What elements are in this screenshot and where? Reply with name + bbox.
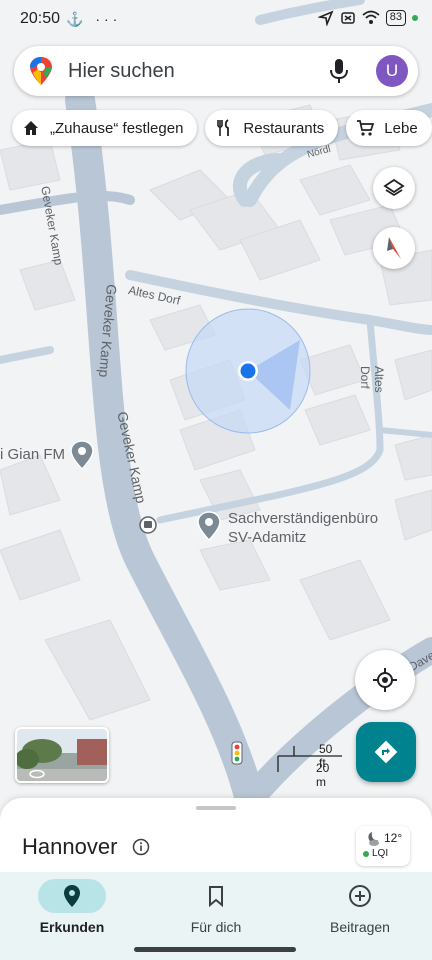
status-bar: 20:50 ⚓ ··· 83 xyxy=(0,0,432,40)
weather-moon-icon xyxy=(368,832,379,846)
place-name-line2: SV-Adamitz xyxy=(228,529,307,546)
bus-stop-icon[interactable] xyxy=(139,516,157,534)
chip-set-home[interactable]: „Zuhause“ festlegen xyxy=(12,110,198,146)
wifi-icon xyxy=(362,10,380,24)
aqi-status-dot xyxy=(363,851,369,857)
shopping-cart-icon xyxy=(357,120,375,136)
sheet-drag-handle[interactable] xyxy=(196,806,236,810)
info-icon[interactable] xyxy=(132,838,150,856)
place-label-gian-fm[interactable]: i Gian FM xyxy=(0,446,65,463)
chip-label: „Zuhause“ festlegen xyxy=(50,119,184,137)
nav-label: Erkunden xyxy=(39,919,105,935)
scale-line xyxy=(277,746,342,772)
battery-indicator: 83 xyxy=(385,10,406,26)
place-pin-icon[interactable] xyxy=(196,511,222,541)
street-view-thumbnail[interactable] xyxy=(15,727,109,783)
location-title: Hannover xyxy=(22,834,118,859)
scale-label-m: 20 m xyxy=(316,761,330,789)
directions-icon xyxy=(374,740,398,764)
plus-circle-icon xyxy=(349,885,371,907)
location-pin-icon xyxy=(64,885,80,907)
search-input[interactable]: Hier suchen xyxy=(68,60,328,83)
status-notification-icons: ⚓ ··· xyxy=(66,11,122,27)
my-location-button[interactable] xyxy=(355,650,415,710)
directions-button[interactable] xyxy=(356,722,416,782)
microphone-icon[interactable] xyxy=(328,58,350,84)
bookmark-icon xyxy=(209,886,223,907)
chip-restaurants[interactable]: Restaurants xyxy=(205,110,339,146)
nav-contribute-pill xyxy=(326,879,394,913)
home-icon xyxy=(24,121,38,135)
search-bar[interactable]: Hier suchen U xyxy=(14,46,418,96)
chip-groceries[interactable]: Lebe xyxy=(346,110,432,146)
privacy-indicator xyxy=(412,15,418,21)
my-location-dot xyxy=(240,363,256,379)
nav-explore[interactable]: Erkunden xyxy=(0,872,144,944)
nav-for-you[interactable]: Für dich xyxy=(144,872,288,944)
traffic-light-icon xyxy=(231,741,243,765)
weather-widget[interactable]: 12° LQI xyxy=(356,826,410,866)
nav-for-you-pill xyxy=(182,879,250,913)
compass-button[interactable] xyxy=(373,227,415,269)
navigation-arrow-icon xyxy=(317,10,334,26)
layers-icon xyxy=(383,178,405,197)
place-pin-icon[interactable] xyxy=(69,440,95,470)
street-label: Altes Dorf xyxy=(358,366,386,393)
chip-label: Lebe xyxy=(384,119,418,137)
nav-contribute[interactable]: Beitragen xyxy=(288,872,432,944)
account-avatar[interactable]: U xyxy=(376,55,408,87)
gesture-bar[interactable] xyxy=(134,947,296,952)
crosshair-icon xyxy=(373,668,397,692)
layers-button[interactable] xyxy=(373,167,415,209)
google-maps-logo-icon xyxy=(30,57,52,85)
nav-label: Für dich xyxy=(190,919,242,935)
category-chips: „Zuhause“ festlegen Restaurants Lebe xyxy=(12,110,432,146)
rotate-360-icon xyxy=(29,769,45,779)
compass-icon xyxy=(387,237,401,259)
sim-blocked-icon xyxy=(341,12,355,24)
air-quality-label: LQI xyxy=(372,848,389,859)
fork-knife-icon xyxy=(217,119,230,136)
nav-explore-pill xyxy=(38,879,106,913)
place-name-line1: Sachverständigenbüro xyxy=(228,510,379,527)
chip-label: Restaurants xyxy=(243,119,325,137)
status-right-icons: 83 xyxy=(317,10,418,26)
status-time: 20:50 xyxy=(20,10,61,27)
place-label-adamitz[interactable]: Sachverständigenbüro SV-Adamitz xyxy=(228,509,378,547)
nav-label: Beitragen xyxy=(330,919,390,935)
weather-temperature: 12° xyxy=(384,831,403,845)
